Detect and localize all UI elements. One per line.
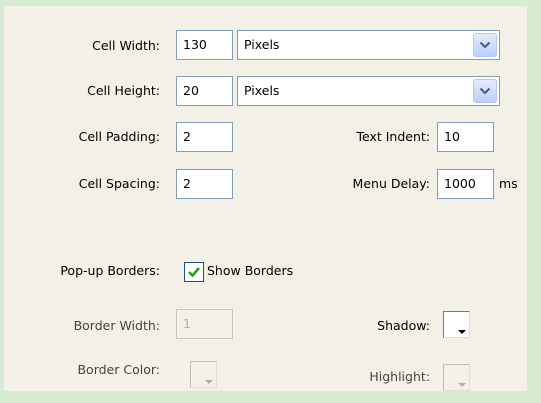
cell-height-unit-select[interactable]: Pixels xyxy=(237,76,500,106)
menu-delay-input[interactable]: 1000 xyxy=(437,169,494,199)
menu-properties-panel xyxy=(0,0,541,403)
text-indent-input[interactable]: 10 xyxy=(437,122,494,152)
cell-width-unit-value: Pixels xyxy=(244,37,280,52)
cell-padding-label: Cell Padding: xyxy=(78,129,160,144)
show-borders-label[interactable]: Show Borders xyxy=(207,263,293,279)
border-color-swatch[interactable] xyxy=(190,361,217,388)
cell-width-label: Cell Width: xyxy=(92,38,160,53)
shadow-color-swatch[interactable] xyxy=(443,311,470,338)
highlight-color-swatch[interactable] xyxy=(443,364,470,391)
border-color-label: Border Color: xyxy=(77,362,160,377)
cell-spacing-label: Cell Spacing: xyxy=(78,176,160,191)
cell-width-unit-select[interactable]: Pixels xyxy=(237,30,500,60)
cell-height-label: Cell Height: xyxy=(87,83,160,98)
shadow-label: Shadow: xyxy=(377,318,430,333)
chevron-down-icon xyxy=(479,87,491,95)
cell-width-unit-dropdown-button[interactable] xyxy=(473,33,497,57)
border-width-input[interactable]: 1 xyxy=(176,309,233,339)
cell-height-unit-value: Pixels xyxy=(244,83,280,98)
chevron-down-icon xyxy=(479,41,491,49)
checkmark-icon xyxy=(188,267,200,278)
border-width-label: Border Width: xyxy=(73,318,160,333)
highlight-label: Highlight: xyxy=(369,369,430,384)
cell-padding-input[interactable]: 2 xyxy=(176,122,233,152)
popup-borders-label: Pop-up Borders: xyxy=(60,263,160,278)
color-dropdown-triangle-icon xyxy=(205,380,213,384)
menu-delay-unit: ms xyxy=(499,176,518,191)
show-borders-checkbox[interactable] xyxy=(184,262,204,282)
cell-height-input[interactable]: 20 xyxy=(176,76,233,106)
cell-spacing-input[interactable]: 2 xyxy=(176,169,233,199)
color-dropdown-triangle-icon xyxy=(458,330,466,334)
cell-width-input[interactable]: 130 xyxy=(176,30,233,60)
menu-delay-label: Menu Delay: xyxy=(352,176,430,191)
cell-height-unit-dropdown-button[interactable] xyxy=(473,79,497,103)
text-indent-label: Text Indent: xyxy=(356,129,430,144)
color-dropdown-triangle-icon xyxy=(458,383,466,387)
